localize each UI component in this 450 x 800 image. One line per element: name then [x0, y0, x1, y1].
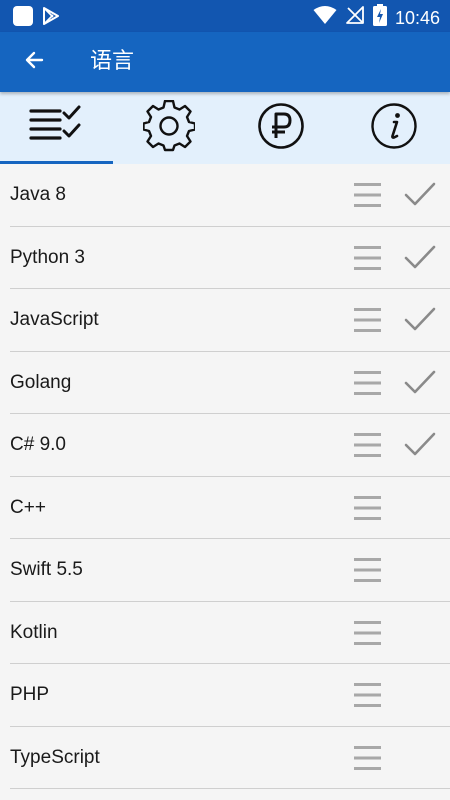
checklist-icon	[28, 104, 84, 153]
list-item[interactable]: PHP	[0, 664, 450, 727]
page-title: 语言	[90, 49, 135, 74]
language-label: C# 9.0	[10, 434, 66, 455]
check-icon[interactable]	[404, 618, 436, 648]
list-item[interactable]: Swift 5.5	[0, 539, 450, 602]
language-label: PHP	[10, 684, 50, 705]
drag-handle-icon[interactable]	[354, 245, 381, 271]
drag-handle-icon[interactable]	[354, 370, 381, 396]
language-label: Kotlin	[10, 621, 58, 643]
status-bar: 10:46	[0, 0, 450, 32]
tab-bar	[0, 92, 450, 164]
drag-handle-icon[interactable]	[354, 620, 381, 646]
list-item[interactable]: C++	[0, 476, 450, 539]
battery-charging-icon	[372, 4, 387, 31]
drag-handle-icon[interactable]	[354, 307, 381, 333]
tab-info[interactable]	[338, 92, 450, 164]
check-icon[interactable]	[404, 680, 436, 710]
list-item[interactable]: Golang	[0, 351, 450, 414]
language-label: Golang	[10, 371, 72, 393]
arrow-left-icon	[22, 48, 46, 77]
status-bar-left	[12, 5, 60, 32]
info-icon	[370, 102, 418, 155]
check-icon[interactable]	[404, 368, 436, 398]
language-list: Java 8 Python 3 JavaScript Golang C# 9.0 C++ S…	[0, 164, 450, 789]
list-item[interactable]: Python 3	[0, 226, 450, 289]
app-bar: 语言	[0, 32, 450, 92]
language-label: Python 3	[10, 246, 85, 268]
check-icon[interactable]	[404, 180, 436, 210]
check-icon[interactable]	[404, 493, 436, 523]
status-time: 10:46	[394, 7, 440, 28]
check-icon[interactable]	[404, 743, 436, 773]
no-signal-icon	[345, 5, 365, 30]
check-icon[interactable]	[404, 305, 436, 335]
status-bar-right: 10:46	[313, 4, 440, 31]
list-item[interactable]: C# 9.0	[0, 414, 450, 477]
app-square-icon	[12, 5, 34, 32]
tab-settings[interactable]	[113, 92, 226, 164]
drag-handle-icon[interactable]	[354, 557, 381, 583]
drag-handle-icon[interactable]	[354, 182, 381, 208]
gear-icon	[142, 99, 196, 157]
ruble-icon	[257, 102, 305, 155]
drag-handle-icon[interactable]	[354, 745, 381, 771]
list-item[interactable]: TypeScript	[0, 726, 450, 789]
language-label: Java 8	[10, 184, 66, 205]
drag-handle-icon[interactable]	[354, 682, 381, 708]
tab-donate[interactable]	[225, 92, 338, 164]
drag-handle-icon[interactable]	[354, 432, 381, 458]
language-label: C++	[10, 496, 46, 518]
check-icon[interactable]	[404, 243, 436, 273]
tab-language-list[interactable]	[0, 92, 113, 164]
back-button[interactable]	[14, 42, 54, 82]
list-item[interactable]: Kotlin	[0, 601, 450, 664]
language-label: Swift 5.5	[10, 559, 83, 580]
play-store-icon	[42, 7, 60, 30]
check-icon[interactable]	[404, 430, 436, 460]
language-label: JavaScript	[10, 309, 99, 330]
language-label: TypeScript	[10, 746, 100, 768]
wifi-icon	[313, 5, 337, 30]
list-item[interactable]: Java 8	[0, 164, 450, 227]
drag-handle-icon[interactable]	[354, 495, 381, 521]
check-icon[interactable]	[404, 555, 436, 585]
list-item[interactable]: JavaScript	[0, 289, 450, 352]
